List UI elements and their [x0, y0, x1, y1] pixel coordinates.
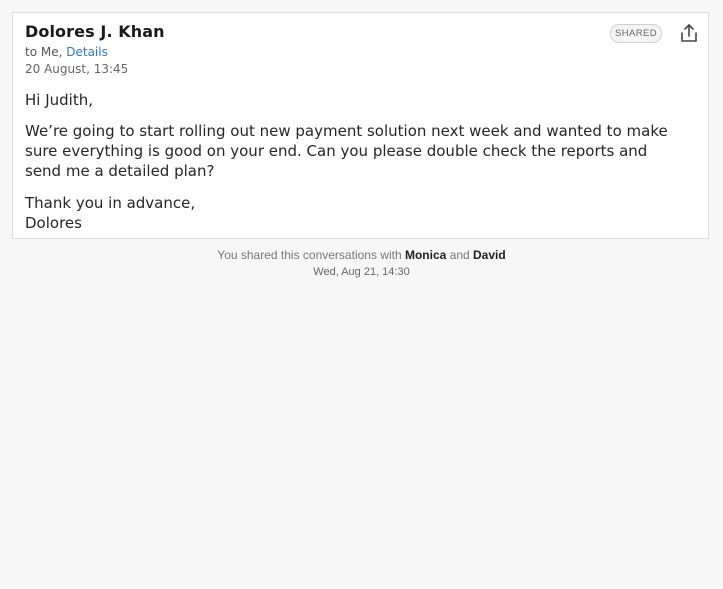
sender-name: Dolores J. Khan [25, 22, 165, 41]
message-line: sure everything is good on your end. Can… [25, 142, 648, 160]
closing-line: Thank you in advance, [25, 194, 196, 212]
shared-person-david: David [473, 248, 506, 262]
message-line: send me a detailed plan? [25, 162, 215, 180]
email-card: Dolores J. Khan to Me, Details 20 August… [12, 12, 709, 239]
share-notice-text: You shared this conversations with [217, 248, 405, 262]
shared-person-monica: Monica [404, 248, 447, 262]
message-line: We’re going to start rolling out new pay… [25, 122, 668, 140]
shared-badge: SHARED [610, 24, 662, 43]
email-message: We’re going to start rolling out new pay… [25, 121, 685, 181]
recipients-line: to Me, Details [25, 45, 108, 59]
recipients-text: to Me, [25, 45, 67, 59]
share-upload-icon [681, 24, 697, 42]
share-notice: You shared this conversations with Monic… [0, 248, 723, 262]
email-date: 20 August, 13:45 [25, 62, 129, 76]
share-notice-conjunction: and [446, 248, 474, 262]
share-button[interactable] [678, 22, 700, 44]
share-timestamp: Wed, Aug 21, 14:30 [313, 266, 410, 278]
details-link[interactable]: Details [66, 45, 108, 59]
email-closing: Thank you in advance, Dolores [25, 193, 685, 233]
signature: Dolores [25, 214, 82, 232]
email-greeting: Hi Judith, [25, 91, 93, 109]
